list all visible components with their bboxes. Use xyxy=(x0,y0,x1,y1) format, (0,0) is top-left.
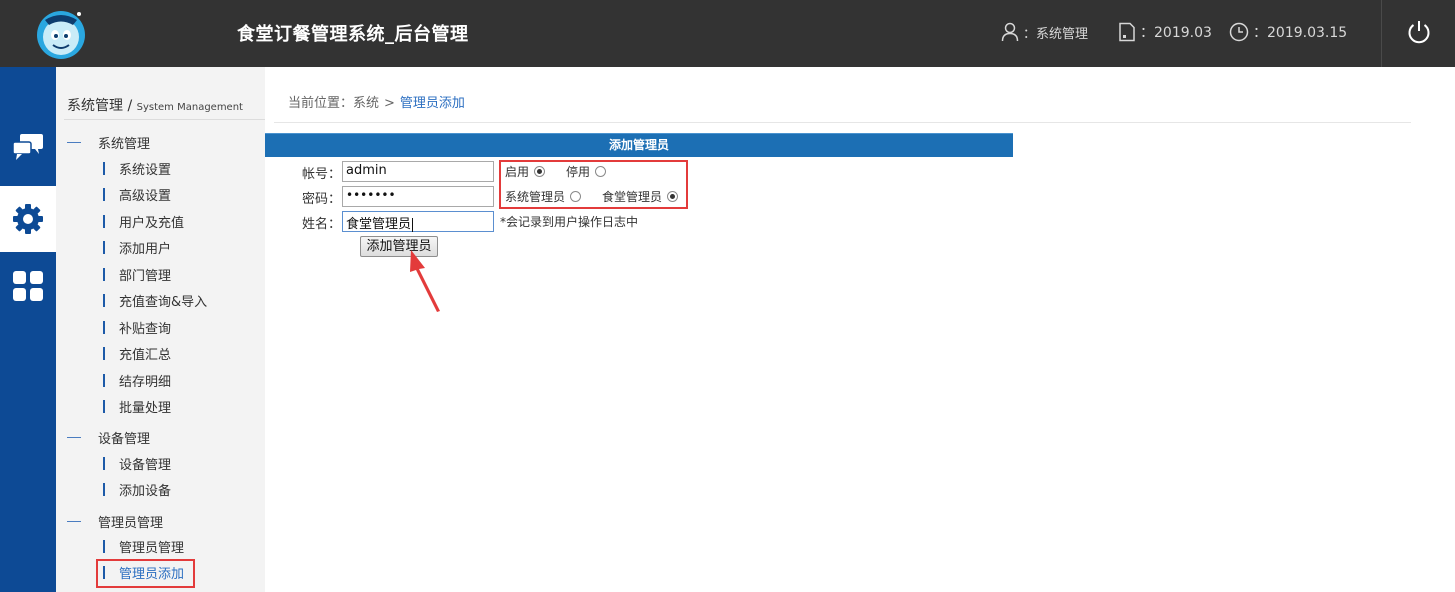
breadcrumb-divider xyxy=(274,122,1411,123)
sidebar-item-label: 管理员管理 xyxy=(119,540,185,556)
rail-chat-button[interactable] xyxy=(0,114,56,180)
sidebar-item-label: 补贴查询 xyxy=(119,321,172,337)
sub-sidebar: 系统管理 / System Management 系统管理 系统设置 高级设置 … xyxy=(56,67,265,592)
account-label: 帐号： xyxy=(302,167,342,182)
sidebar-title: 系统管理 / System Management xyxy=(67,95,243,115)
date-label: ：2019.03.15 xyxy=(1253,25,1348,41)
breadcrumb: 当前位置：系统 > 管理员添加 xyxy=(288,92,465,111)
rail-settings-button[interactable] xyxy=(0,186,56,252)
clock-icon xyxy=(1229,22,1249,42)
name-label: 姓名： xyxy=(302,217,342,232)
app-title: 食堂订餐管理系统_后台管理 xyxy=(237,24,469,45)
password-label: 密码： xyxy=(302,192,342,207)
sidebar-item-label: 充值查询&导入 xyxy=(119,294,208,310)
sidebar-divider xyxy=(64,119,265,120)
sidebar-item-advanced-settings[interactable]: 高级设置 xyxy=(56,184,265,204)
sidebar-item-admin-management[interactable]: 管理员管理 xyxy=(56,536,265,556)
sidebar-item-batch[interactable]: 批量处理 xyxy=(56,396,265,416)
current-user: ：系统管理 xyxy=(1001,20,1088,44)
current-date: ：2019.03.15 xyxy=(1229,20,1347,44)
gear-icon xyxy=(13,204,43,234)
account-value: admin xyxy=(346,163,387,178)
sidebar-item-recharge-summary[interactable]: 充值汇总 xyxy=(56,343,265,363)
annotation-highlight-sidebar xyxy=(96,559,195,588)
breadcrumb-current[interactable]: 管理员添加 xyxy=(400,96,465,111)
sidebar-item-label: 充值汇总 xyxy=(119,347,172,363)
power-icon[interactable] xyxy=(1405,18,1433,46)
sidebar-item-label: 部门管理 xyxy=(119,268,172,284)
password-input[interactable]: ••••••• xyxy=(342,186,494,207)
sidebar-item-label: 添加设备 xyxy=(119,483,172,499)
annotation-highlight-options xyxy=(499,160,688,209)
sidebar-group-system[interactable]: 系统管理 xyxy=(56,132,265,152)
grid-icon xyxy=(13,271,43,301)
account-input[interactable]: admin xyxy=(342,161,494,182)
sidebar-item-balance-detail[interactable]: 结存明细 xyxy=(56,370,265,390)
header-divider xyxy=(1381,0,1382,67)
sidebar-item-add-device[interactable]: 添加设备 xyxy=(56,479,265,499)
sidebar-item-recharge-query[interactable]: 充值查询&导入 xyxy=(56,290,265,310)
icon-rail xyxy=(0,67,56,592)
user-icon xyxy=(1001,22,1019,42)
sidebar-item-label: 批量处理 xyxy=(119,400,172,416)
name-value: 食堂管理员 xyxy=(346,217,412,232)
name-input[interactable]: 食堂管理员 xyxy=(342,211,494,232)
sidebar-item-label: 添加用户 xyxy=(119,241,172,257)
document-icon xyxy=(1119,22,1135,42)
app-logo xyxy=(37,11,85,59)
sidebar-item-label: 系统设置 xyxy=(119,162,172,178)
password-value: ••••••• xyxy=(346,188,396,202)
sidebar-group-admins[interactable]: 管理员管理 xyxy=(56,511,265,531)
sidebar-item-label: 用户及充值 xyxy=(119,215,185,231)
user-label: ：系统管理 xyxy=(1023,26,1089,42)
group-label: 设备管理 xyxy=(98,431,151,447)
top-header: 食堂订餐管理系统_后台管理 ：系统管理 ：2019.03 ：2019.03.15 xyxy=(0,0,1455,67)
sidebar-item-label: 结存明细 xyxy=(119,374,172,390)
chat-icon xyxy=(12,134,43,160)
sidebar-group-devices[interactable]: 设备管理 xyxy=(56,427,265,447)
sidebar-title-zh: 系统管理 xyxy=(67,98,123,114)
audit-note: *会记录到用户操作日志中 xyxy=(500,215,639,229)
sidebar-item-system-settings[interactable]: 系统设置 xyxy=(56,158,265,178)
sidebar-item-device-management[interactable]: 设备管理 xyxy=(56,453,265,473)
sidebar-item-add-user[interactable]: 添加用户 xyxy=(56,237,265,257)
sidebar-item-label: 高级设置 xyxy=(119,188,172,204)
breadcrumb-prefix: 当前位置：系统 xyxy=(288,96,380,111)
sidebar-title-sep: / xyxy=(127,98,133,114)
current-month: ：2019.03 xyxy=(1118,20,1212,44)
breadcrumb-sep: > xyxy=(384,96,395,111)
group-label: 系统管理 xyxy=(98,136,151,152)
annotation-arrow-icon xyxy=(410,250,440,312)
sidebar-item-subsidy-query[interactable]: 补贴查询 xyxy=(56,317,265,337)
sidebar-item-departments[interactable]: 部门管理 xyxy=(56,264,265,284)
sidebar-item-users-recharge[interactable]: 用户及充值 xyxy=(56,211,265,231)
month-label: ：2019.03 xyxy=(1140,25,1212,41)
sidebar-item-label: 设备管理 xyxy=(119,457,172,473)
sidebar-title-en: System Management xyxy=(136,102,243,113)
form-title-bar: 添加管理员 xyxy=(265,133,1013,157)
group-label: 管理员管理 xyxy=(98,515,164,531)
rail-apps-button[interactable] xyxy=(0,253,56,319)
